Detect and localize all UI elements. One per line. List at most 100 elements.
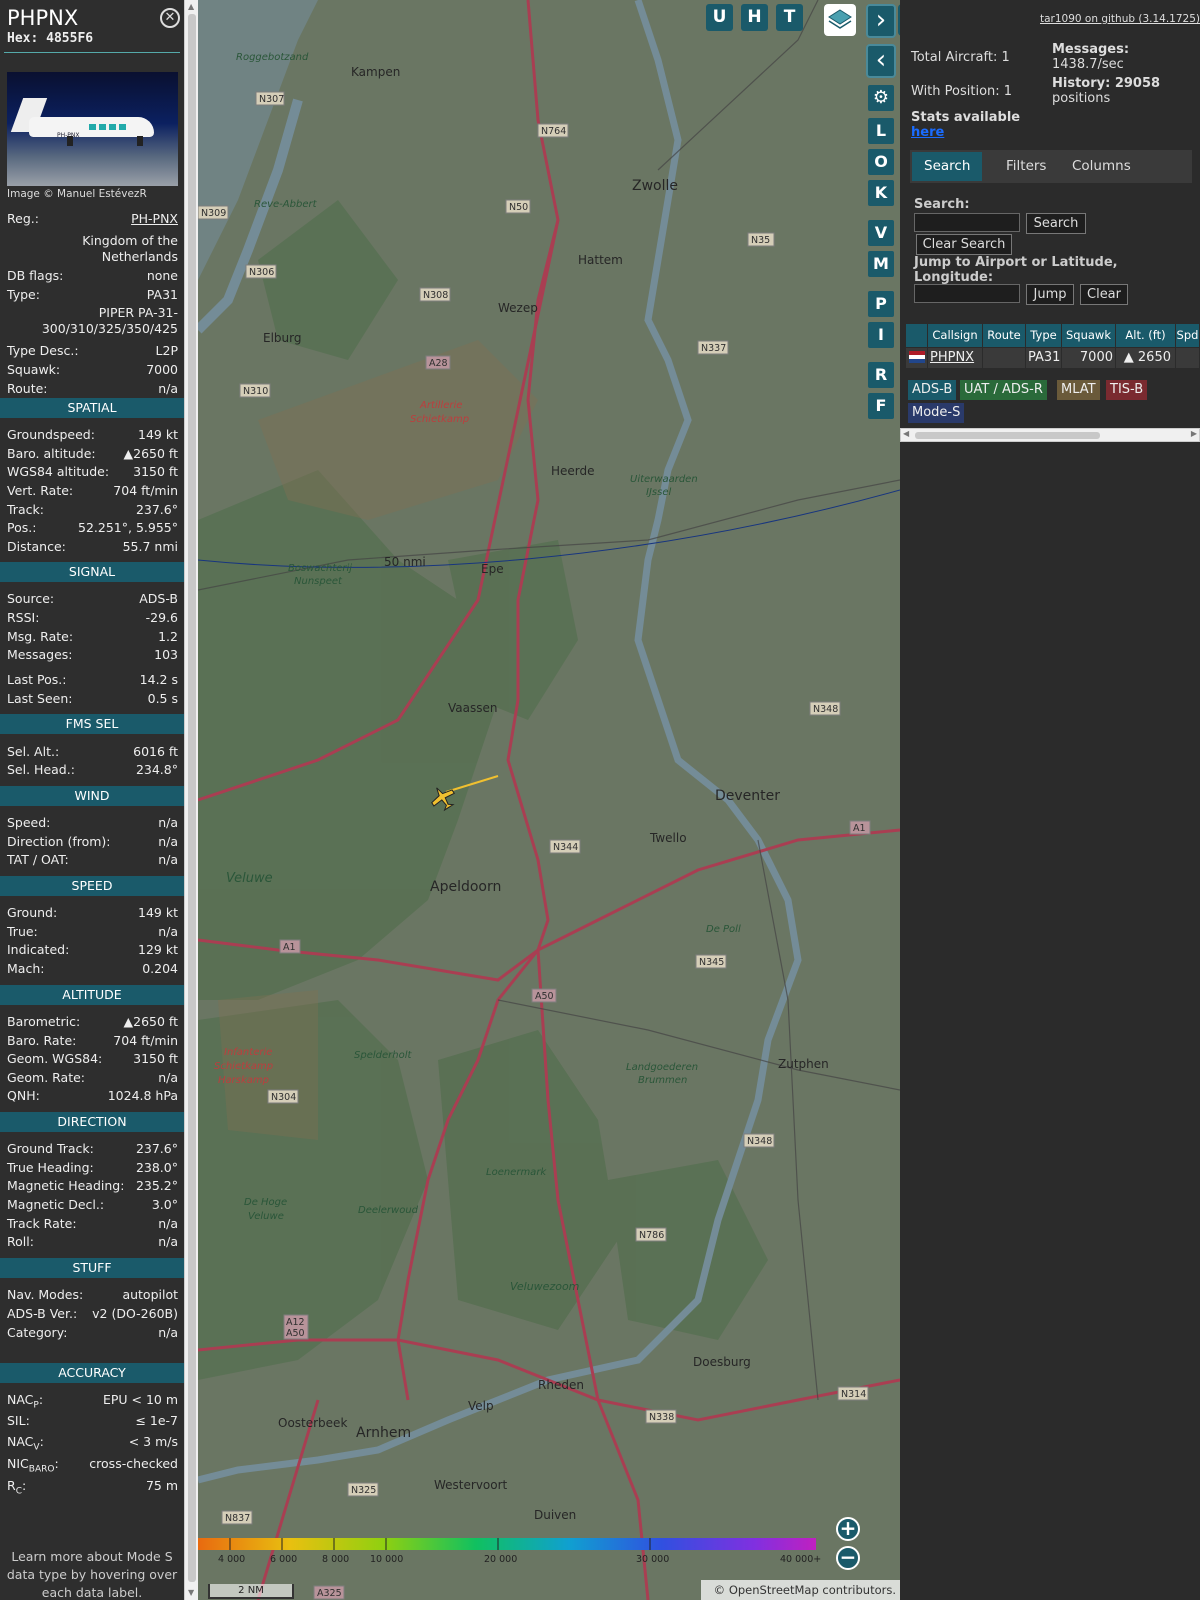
map-btn-h[interactable]: H bbox=[741, 4, 768, 31]
info-value: 14.2 s bbox=[139, 672, 178, 687]
row-type: PA31 bbox=[1026, 348, 1062, 368]
th-type[interactable]: Type bbox=[1026, 324, 1062, 347]
info-label[interactable]: Geom. WGS84: bbox=[7, 1051, 102, 1066]
info-label[interactable]: NACP: bbox=[7, 1392, 43, 1414]
info-value: 0.204 bbox=[142, 961, 178, 976]
info-label[interactable]: WGS84 altitude: bbox=[7, 464, 109, 479]
info-label[interactable]: Magnetic Heading: bbox=[7, 1178, 124, 1193]
info-label[interactable]: Mach: bbox=[7, 961, 44, 976]
map-btn-t[interactable]: T bbox=[776, 4, 803, 31]
side-btn-l[interactable]: L bbox=[868, 118, 894, 144]
info-label[interactable]: Last Pos.: bbox=[7, 672, 66, 687]
tab-filters[interactable]: Filters bbox=[994, 152, 1058, 181]
info-label[interactable]: TAT / OAT: bbox=[7, 852, 69, 867]
map-attribution[interactable]: © OpenStreetMap contributors. bbox=[701, 1580, 900, 1600]
row-callsign[interactable]: PHPNX bbox=[928, 348, 983, 368]
stats-link[interactable]: here bbox=[911, 125, 944, 140]
info-value: ADS-B bbox=[139, 591, 178, 606]
info-label[interactable]: RSSI: bbox=[7, 610, 39, 625]
side-btn-m[interactable]: M bbox=[868, 251, 894, 277]
info-value: n/a bbox=[158, 1070, 178, 1085]
info-label[interactable]: Groundspeed: bbox=[7, 427, 95, 442]
expand-panel-icon[interactable]: › bbox=[866, 4, 896, 38]
info-label[interactable]: NACV: bbox=[7, 1434, 44, 1456]
map-btn-u[interactable]: U bbox=[706, 4, 733, 31]
info-label[interactable]: Sel. Head.: bbox=[7, 762, 75, 777]
search-input[interactable] bbox=[914, 213, 1020, 232]
map-view[interactable]: 50 nmi Kampen Zwolle Hattem Wezep Elburg… bbox=[198, 0, 900, 1600]
info-value: 704 ft/min bbox=[113, 483, 178, 498]
stats-label: Stats available bbox=[911, 110, 1021, 125]
svg-text:10 000: 10 000 bbox=[370, 1554, 403, 1565]
side-btn-i[interactable]: I bbox=[868, 322, 894, 348]
info-label[interactable]: Speed: bbox=[7, 815, 50, 830]
info-label[interactable]: Msg. Rate: bbox=[7, 629, 73, 644]
info-label[interactable]: Messages: bbox=[7, 647, 73, 662]
sidebar-scrollbar[interactable]: ▲ ▼ bbox=[184, 0, 198, 1600]
side-btn-k[interactable]: K bbox=[868, 180, 894, 206]
info-value: n/a bbox=[158, 834, 178, 849]
side-btn-r[interactable]: R bbox=[868, 362, 894, 388]
side-btn-o[interactable]: O bbox=[868, 149, 894, 175]
clear-search-button[interactable]: Clear Search bbox=[916, 234, 1012, 255]
info-label[interactable]: NICBARO: bbox=[7, 1456, 59, 1478]
info-label[interactable]: RC: bbox=[7, 1478, 26, 1500]
zoom-in-icon[interactable]: + bbox=[836, 1517, 860, 1541]
info-label[interactable]: Geom. Rate: bbox=[7, 1070, 85, 1085]
th-route[interactable]: Route bbox=[983, 324, 1026, 347]
info-label[interactable]: Sel. Alt.: bbox=[7, 744, 59, 759]
jump-button[interactable]: Jump bbox=[1026, 284, 1074, 305]
info-row: NACP: EPU < 10 m bbox=[7, 1392, 178, 1414]
close-icon[interactable]: ✕ bbox=[160, 8, 180, 28]
info-label[interactable]: Pos.: bbox=[7, 520, 36, 535]
info-label[interactable]: Ground: bbox=[7, 905, 57, 920]
info-label[interactable]: QNH: bbox=[7, 1088, 40, 1103]
table-horizontal-scrollbar[interactable]: ◀ ▶ bbox=[900, 428, 1200, 442]
info-value: 235.2° bbox=[135, 1178, 178, 1193]
side-btn-p[interactable]: P bbox=[868, 291, 894, 317]
info-label[interactable]: Roll: bbox=[7, 1234, 34, 1249]
tab-columns[interactable]: Columns bbox=[1060, 152, 1143, 181]
info-label[interactable]: True Heading: bbox=[7, 1160, 94, 1175]
settings-gear-icon[interactable]: ⚙ bbox=[868, 85, 894, 111]
info-label[interactable]: SIL: bbox=[7, 1413, 30, 1428]
info-label[interactable]: True: bbox=[7, 924, 38, 939]
side-btn-v[interactable]: V bbox=[868, 220, 894, 246]
info-row: Mach: 0.204 bbox=[7, 961, 178, 976]
info-label[interactable]: Baro. Rate: bbox=[7, 1033, 76, 1048]
info-value: 129 kt bbox=[138, 942, 178, 957]
info-row: True Heading: 238.0° bbox=[7, 1160, 178, 1175]
clear-button[interactable]: Clear bbox=[1080, 284, 1128, 305]
source-badge-tisb: TIS-B bbox=[1106, 380, 1148, 400]
search-button[interactable]: Search bbox=[1026, 213, 1086, 234]
info-label[interactable]: Last Seen: bbox=[7, 691, 72, 706]
registration-link[interactable]: PH-PNX bbox=[131, 211, 178, 226]
side-btn-f[interactable]: F bbox=[868, 393, 894, 419]
info-label[interactable]: Magnetic Decl.: bbox=[7, 1197, 104, 1212]
th-speed[interactable]: Spd bbox=[1176, 324, 1200, 347]
th-squawk[interactable]: Squawk bbox=[1062, 324, 1116, 347]
info-label[interactable]: Ground Track: bbox=[7, 1141, 94, 1156]
zoom-out-icon[interactable]: − bbox=[836, 1546, 860, 1570]
github-link[interactable]: tar1090 on github (3.14.1725) bbox=[1040, 13, 1200, 25]
info-label[interactable]: Baro. altitude: bbox=[7, 446, 96, 461]
jump-input[interactable] bbox=[914, 284, 1020, 303]
info-label[interactable]: Vert. Rate: bbox=[7, 483, 73, 498]
info-label[interactable]: ADS-B Ver.: bbox=[7, 1306, 77, 1321]
info-label[interactable]: Nav. Modes: bbox=[7, 1287, 83, 1302]
info-label[interactable]: Barometric: bbox=[7, 1014, 80, 1029]
layers-icon[interactable] bbox=[824, 4, 856, 36]
info-label[interactable]: Track Rate: bbox=[7, 1216, 77, 1231]
th-callsign[interactable]: Callsign bbox=[928, 324, 983, 347]
info-label[interactable]: Indicated: bbox=[7, 942, 69, 957]
info-label[interactable]: Source: bbox=[7, 591, 54, 606]
info-label[interactable]: Distance: bbox=[7, 539, 66, 554]
info-label[interactable]: Direction (from): bbox=[7, 834, 111, 849]
table-row[interactable]: PHPNX PA31 7000 ▲ 2650 bbox=[906, 348, 1200, 368]
info-label[interactable]: Category: bbox=[7, 1325, 67, 1340]
info-label[interactable]: Track: bbox=[7, 502, 44, 517]
aircraft-photo[interactable]: PH-PNX bbox=[7, 72, 178, 186]
collapse-panel-icon[interactable]: ‹ bbox=[866, 44, 896, 78]
tab-search[interactable]: Search bbox=[912, 152, 983, 181]
th-alt[interactable]: Alt. (ft) bbox=[1116, 324, 1176, 347]
